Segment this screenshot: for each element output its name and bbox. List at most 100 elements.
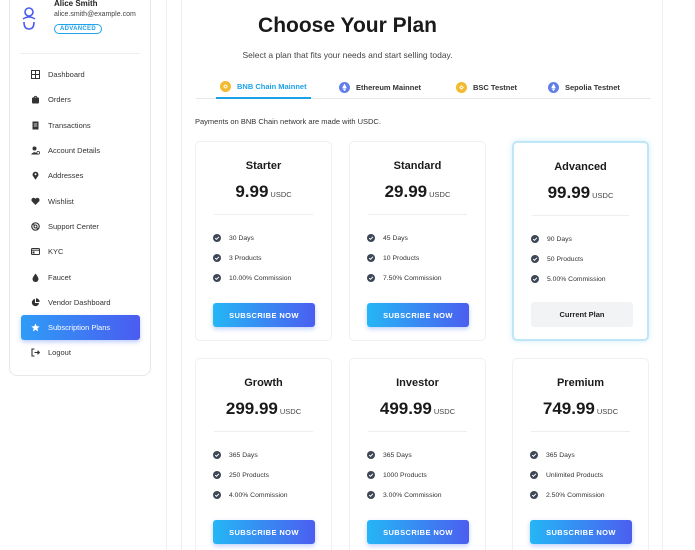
eth-coin-icon [339, 81, 350, 93]
sidebar-item-vendor-dashboard[interactable]: Vendor Dashboard [21, 290, 140, 315]
plan-feature-label: 45 Days [383, 234, 408, 242]
plan-feature: 90 Days [531, 229, 606, 249]
plan-features: 365 Days 250 Products 4.00% Commission [213, 445, 288, 505]
plan-feature-label: 1000 Products [383, 471, 427, 479]
sidebar-item-label: Support Center [48, 221, 99, 231]
plan-features: 365 Days 1000 Products 3.00% Commission [367, 445, 442, 505]
subscribe-button[interactable]: SUBSCRIBE NOW [367, 303, 469, 327]
plan-price: 749.99 [542, 399, 595, 418]
plan-currency: USDC [596, 407, 619, 416]
plan-feature: 3.00% Commission [367, 485, 442, 505]
plan-feature-label: 2.50% Commission [546, 491, 605, 499]
sidebar-item-subscription-plans[interactable]: Subscription Plans [21, 314, 140, 341]
plan-price: 499.99 [379, 399, 432, 418]
plan-price-row: 9.99 USDC [196, 182, 331, 202]
plan-features: 30 Days 3 Products 10.00% Commission [213, 228, 291, 288]
sidebar-item-orders[interactable]: Orders [21, 87, 140, 112]
plan-feature-label: Unlimited Products [546, 471, 604, 479]
check-circle-icon [530, 471, 538, 479]
plan-currency: USDC [592, 191, 614, 200]
check-circle-icon [530, 491, 538, 499]
plan-card-starter: Starter 9.99 USDC 30 Days 3 Products 10.0… [195, 141, 332, 341]
tab-sepolia-testnet[interactable]: Sepolia Testnet [544, 75, 624, 99]
tab-bsc-testnet[interactable]: BSC Testnet [452, 75, 521, 99]
eth-coin-icon [548, 81, 559, 93]
sidebar-item-label: Dashboard [48, 70, 85, 80]
bag-icon [30, 95, 40, 105]
tab-ethereum-mainnet[interactable]: Ethereum Mainnet [335, 75, 425, 99]
plan-feature: 5.00% Commission [531, 269, 606, 289]
check-circle-icon [531, 255, 539, 263]
bnb-coin-icon [456, 81, 467, 93]
plan-features: 45 Days 10 Products 7.50% Commission [367, 228, 442, 288]
plan-name: Advanced [554, 161, 607, 173]
plan-card-premium: Premium 749.99 USDC 365 Days Unlimited Pr… [512, 358, 649, 550]
plan-price-row: 299.99 USDC [196, 399, 331, 419]
plan-card-investor: Investor 499.99 USDC 365 Days 1000 Produc… [349, 358, 486, 550]
sidebar-item-label: Wishlist [48, 196, 74, 206]
sidebar-item-wishlist[interactable]: Wishlist [21, 188, 140, 213]
check-circle-icon [367, 491, 375, 499]
sidebar-item-label: Transactions [48, 120, 91, 130]
sidebar-item-label: Addresses [48, 171, 84, 181]
tab-label: BNB Chain Mainnet [237, 81, 307, 91]
card-divider [532, 215, 629, 216]
sidebar-item-kyc[interactable]: KYC [21, 239, 140, 264]
tab-label: Ethereum Mainnet [356, 82, 422, 92]
card-divider [214, 431, 313, 432]
plan-price-row: 749.99 USDC [513, 399, 648, 419]
card-divider [531, 431, 630, 432]
sidebar-item-faucet[interactable]: Faucet [21, 264, 140, 289]
plan-price: 299.99 [225, 399, 278, 418]
plan-card-advanced: Advanced 99.99 USDC 90 Days 50 Products 5… [512, 141, 649, 341]
column-divider [166, 0, 167, 550]
check-circle-icon [213, 491, 221, 499]
plan-feature-label: 365 Days [546, 451, 575, 459]
sidebar-item-label: Faucet [48, 272, 71, 282]
sidebar-item-logout[interactable]: Logout [21, 340, 140, 365]
sidebar-item-label: Vendor Dashboard [48, 297, 111, 307]
receipt-icon [30, 120, 40, 130]
plan-feature-label: 10.00% Commission [229, 274, 292, 282]
sidebar-item-label: KYC [48, 247, 64, 257]
subscribe-button[interactable]: SUBSCRIBE NOW [530, 520, 632, 544]
plan-price-row: 499.99 USDC [350, 399, 485, 419]
plan-feature: 365 Days [213, 445, 288, 465]
sidebar-nav: Dashboard Orders Transactions Account De… [21, 62, 140, 366]
sidebar-item-dashboard[interactable]: Dashboard [21, 62, 140, 87]
plan-feature: 50 Products [531, 249, 606, 269]
sidebar-item-account-details[interactable]: Account Details [21, 138, 140, 163]
heart-icon [30, 196, 40, 206]
card-divider [368, 214, 467, 215]
plan-currency: USDC [270, 190, 292, 199]
check-circle-icon [367, 451, 375, 459]
sidebar-item-transactions[interactable]: Transactions [21, 113, 140, 138]
plan-feature: 3 Products [213, 248, 291, 268]
check-circle-icon [213, 471, 221, 479]
plan-price: 99.99 [547, 183, 591, 202]
page-subtitle: Select a plan that fits your needs and s… [242, 50, 453, 60]
sidebar-item-support-center[interactable]: Support Center [21, 214, 140, 239]
check-circle-icon [213, 254, 221, 262]
plan-currency: USDC [279, 407, 302, 416]
logout-icon [30, 348, 40, 358]
tab-label: BSC Testnet [473, 82, 518, 92]
sidebar-item-addresses[interactable]: Addresses [21, 163, 140, 188]
check-circle-icon [530, 451, 538, 459]
tab-label: Sepolia Testnet [565, 82, 620, 92]
plan-feature: 365 Days [367, 445, 442, 465]
plan-feature: 4.00% Commission [213, 485, 288, 505]
plan-feature: 30 Days [213, 228, 291, 248]
plan-feature: 45 Days [367, 228, 442, 248]
plan-feature-label: 365 Days [229, 451, 258, 459]
plan-feature: 1000 Products [367, 465, 442, 485]
plan-price: 9.99 [235, 182, 269, 201]
subscribe-button[interactable]: SUBSCRIBE NOW [213, 303, 315, 327]
tab-bnb-chain-mainnet[interactable]: BNB Chain Mainnet [216, 75, 311, 99]
subscribe-button[interactable]: SUBSCRIBE NOW [367, 520, 469, 544]
subscribe-button[interactable]: SUBSCRIBE NOW [213, 520, 315, 544]
plan-currency: USDC [433, 407, 456, 416]
plan-price: 29.99 [384, 182, 428, 201]
current-plan-button[interactable]: Current Plan [531, 302, 633, 327]
sidebar-item-label: Subscription Plans [48, 323, 111, 333]
